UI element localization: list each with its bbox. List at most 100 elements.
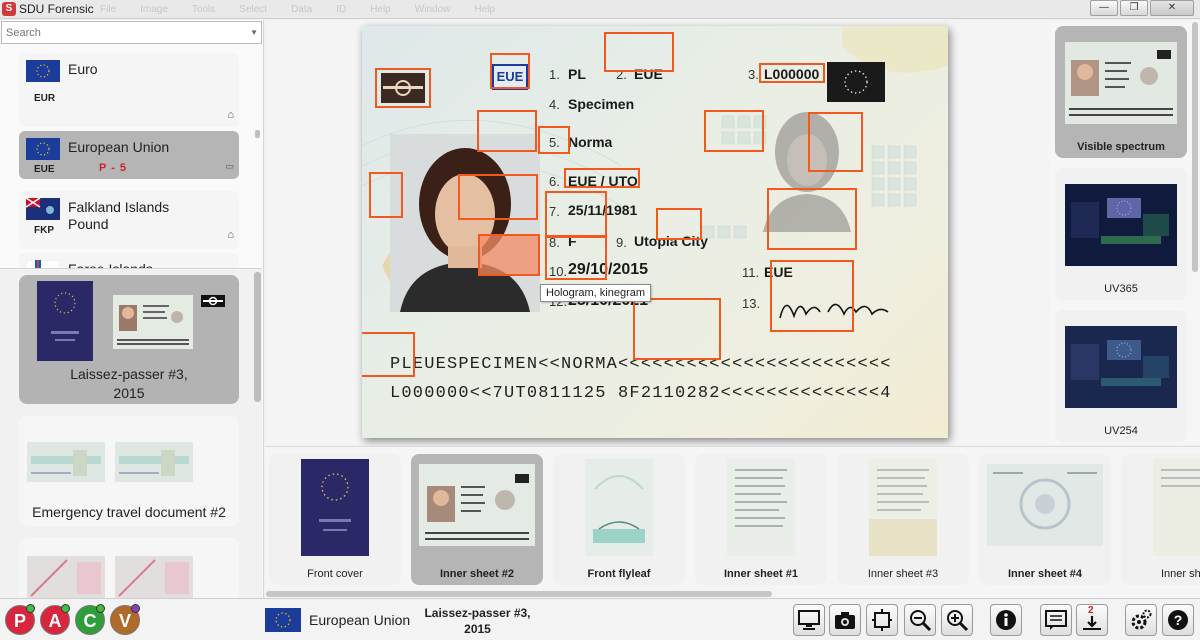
current-currency-label: European Union [309, 612, 411, 628]
mode-letter: V [118, 611, 131, 631]
security-feature-marker[interactable] [477, 110, 537, 152]
fit-size-button[interactable] [866, 604, 898, 636]
mode-a-button[interactable]: A [40, 604, 70, 635]
security-feature-marker[interactable] [545, 191, 607, 237]
page-label: Inner sheet #3 [867, 568, 939, 580]
security-feature-marker[interactable] [759, 63, 825, 83]
menu-item-help[interactable]: Help [370, 4, 391, 15]
security-feature-marker[interactable] [808, 112, 863, 172]
menu-item-id[interactable]: ID [336, 4, 346, 15]
pages-strip-scrollbar[interactable] [266, 591, 772, 597]
security-feature-marker[interactable] [362, 332, 415, 377]
page-inner-sheet-2[interactable]: Inner sheet #2 [411, 454, 543, 585]
mode-letter: P [13, 611, 26, 631]
spectrum-visible[interactable]: Visible spectrum [1055, 26, 1187, 158]
menu-item-tools[interactable]: Tools [192, 4, 215, 15]
zoom-out-button[interactable] [904, 604, 936, 636]
spectrum-panel-scrollbar[interactable] [1192, 22, 1198, 272]
status-dot-icon [26, 604, 35, 613]
monitor-icon [798, 610, 820, 630]
security-feature-marker[interactable] [458, 174, 538, 220]
spectrum-uv365[interactable]: UV365 [1055, 168, 1187, 300]
currency-name: Falkland Islands Pound [68, 199, 170, 232]
page-inner-sheet-4[interactable]: Inner sheet #4 [979, 454, 1111, 585]
security-feature-marker[interactable] [545, 236, 607, 280]
page-front-cover[interactable]: Front cover [269, 454, 401, 585]
document-list-scrollbar[interactable] [254, 272, 261, 402]
currency-item-euro[interactable]: EUR Euro ⌂ [19, 53, 239, 127]
search-dropdown-icon[interactable]: ▼ [250, 28, 258, 37]
page-thumbnail [585, 459, 653, 556]
download-button[interactable]: 2 [1076, 604, 1108, 636]
currency-item-european-union[interactable]: EUE European Union P - 5 ▭ [19, 131, 239, 179]
page-thumbnail [419, 464, 535, 546]
security-feature-marker[interactable] [564, 168, 640, 188]
monitor-button[interactable] [793, 604, 825, 636]
document-item-laissez-passer[interactable]: Laissez-passer #3, 2015 [19, 275, 239, 404]
document-page-thumbnail [115, 556, 193, 598]
title-bar: S SDU Forensic File Image Tools Select D… [0, 0, 1200, 19]
document-item-3[interactable] [19, 538, 239, 598]
currency-list-scrollbar[interactable] [255, 130, 260, 138]
spectrum-label: UV254 [1104, 425, 1138, 437]
menu-item-data[interactable]: Data [291, 4, 312, 15]
document-page-thumbnail [27, 556, 105, 598]
page-front-flyleaf[interactable]: Front flyleaf [553, 454, 685, 585]
security-feature-marker[interactable] [538, 126, 570, 154]
security-feature-marker[interactable] [656, 208, 702, 240]
security-feature-marker[interactable] [704, 110, 764, 152]
currency-code: FKP [34, 225, 54, 236]
download-icon [1083, 616, 1101, 630]
settings-button[interactable] [1125, 604, 1157, 636]
spectrum-label: UV365 [1104, 283, 1138, 295]
security-feature-marker[interactable] [633, 298, 721, 360]
spectrum-uv254[interactable]: UV254 [1055, 310, 1187, 442]
passport-cover-thumbnail [37, 281, 93, 361]
security-feature-marker[interactable] [770, 260, 854, 332]
eu-flag-icon [26, 60, 60, 82]
mrz-line-2: L000000<<7UT0811125 8F2110282<<<<<<<<<<<… [390, 384, 892, 403]
mode-p-button[interactable]: P [5, 604, 35, 635]
security-feature-marker[interactable] [490, 53, 530, 89]
document-label-line2: 2015 [113, 385, 145, 401]
mode-v-button[interactable]: V [110, 604, 140, 635]
close-button[interactable]: ✕ [1150, 0, 1194, 16]
info-button[interactable] [990, 604, 1022, 636]
maximize-button[interactable]: ❐ [1120, 0, 1148, 16]
zoom-in-button[interactable] [941, 604, 973, 636]
menu-item-file[interactable]: File [100, 4, 116, 15]
hologram-marker[interactable] [478, 234, 540, 276]
help-button[interactable]: ? [1162, 604, 1194, 636]
falkland-flag-icon [26, 198, 60, 220]
search-box[interactable]: ▼ [1, 21, 262, 44]
id-card-image[interactable]: EUE 1. PL 2. EUE 3. L000000 4. Specimen … [362, 26, 948, 438]
currency-item-falkland[interactable]: FKP Falkland Islands Pound ⌂ [19, 191, 239, 249]
minimize-button[interactable]: — [1090, 0, 1118, 16]
field-number: 6. [549, 174, 560, 189]
comments-button[interactable] [1040, 604, 1072, 636]
currency-list: EUR Euro ⌂ EUE European Union P - 5 ▭ FK… [0, 45, 262, 287]
camera-icon [835, 612, 855, 629]
spectrum-panel: Visible spectrum UV365 UV254 [1050, 20, 1200, 445]
left-sidebar: ▼ EUR Euro ⌂ EUE European Union P - 5 ▭ [0, 20, 264, 598]
security-feature-marker[interactable] [604, 32, 674, 72]
menu-item-window[interactable]: Window [415, 4, 451, 15]
security-feature-marker[interactable] [369, 172, 403, 218]
current-document-line1: Laissez-passer #3, [424, 606, 531, 620]
menu-item-help-2[interactable]: Help [474, 4, 495, 15]
page-inner-sheet-1[interactable]: Inner sheet #1 [695, 454, 827, 585]
zoom-in-icon [947, 610, 969, 632]
page-inner-sheet-5[interactable]: Inner shee [1121, 454, 1200, 585]
field-5-value: Norma [568, 134, 613, 150]
security-feature-marker[interactable] [375, 68, 431, 108]
mode-c-button[interactable]: C [75, 604, 105, 635]
document-item-emergency-travel[interactable]: Emergency travel document #2 [19, 416, 239, 526]
page-inner-sheet-3[interactable]: Inner sheet #3 [837, 454, 969, 585]
currency-code: EUR [34, 93, 56, 104]
security-feature-marker[interactable] [767, 188, 857, 250]
menu-item-image[interactable]: Image [140, 4, 168, 15]
search-input[interactable] [2, 22, 242, 43]
menu-item-select[interactable]: Select [239, 4, 267, 15]
page-thumbnail [301, 459, 369, 556]
camera-button[interactable] [829, 604, 861, 636]
